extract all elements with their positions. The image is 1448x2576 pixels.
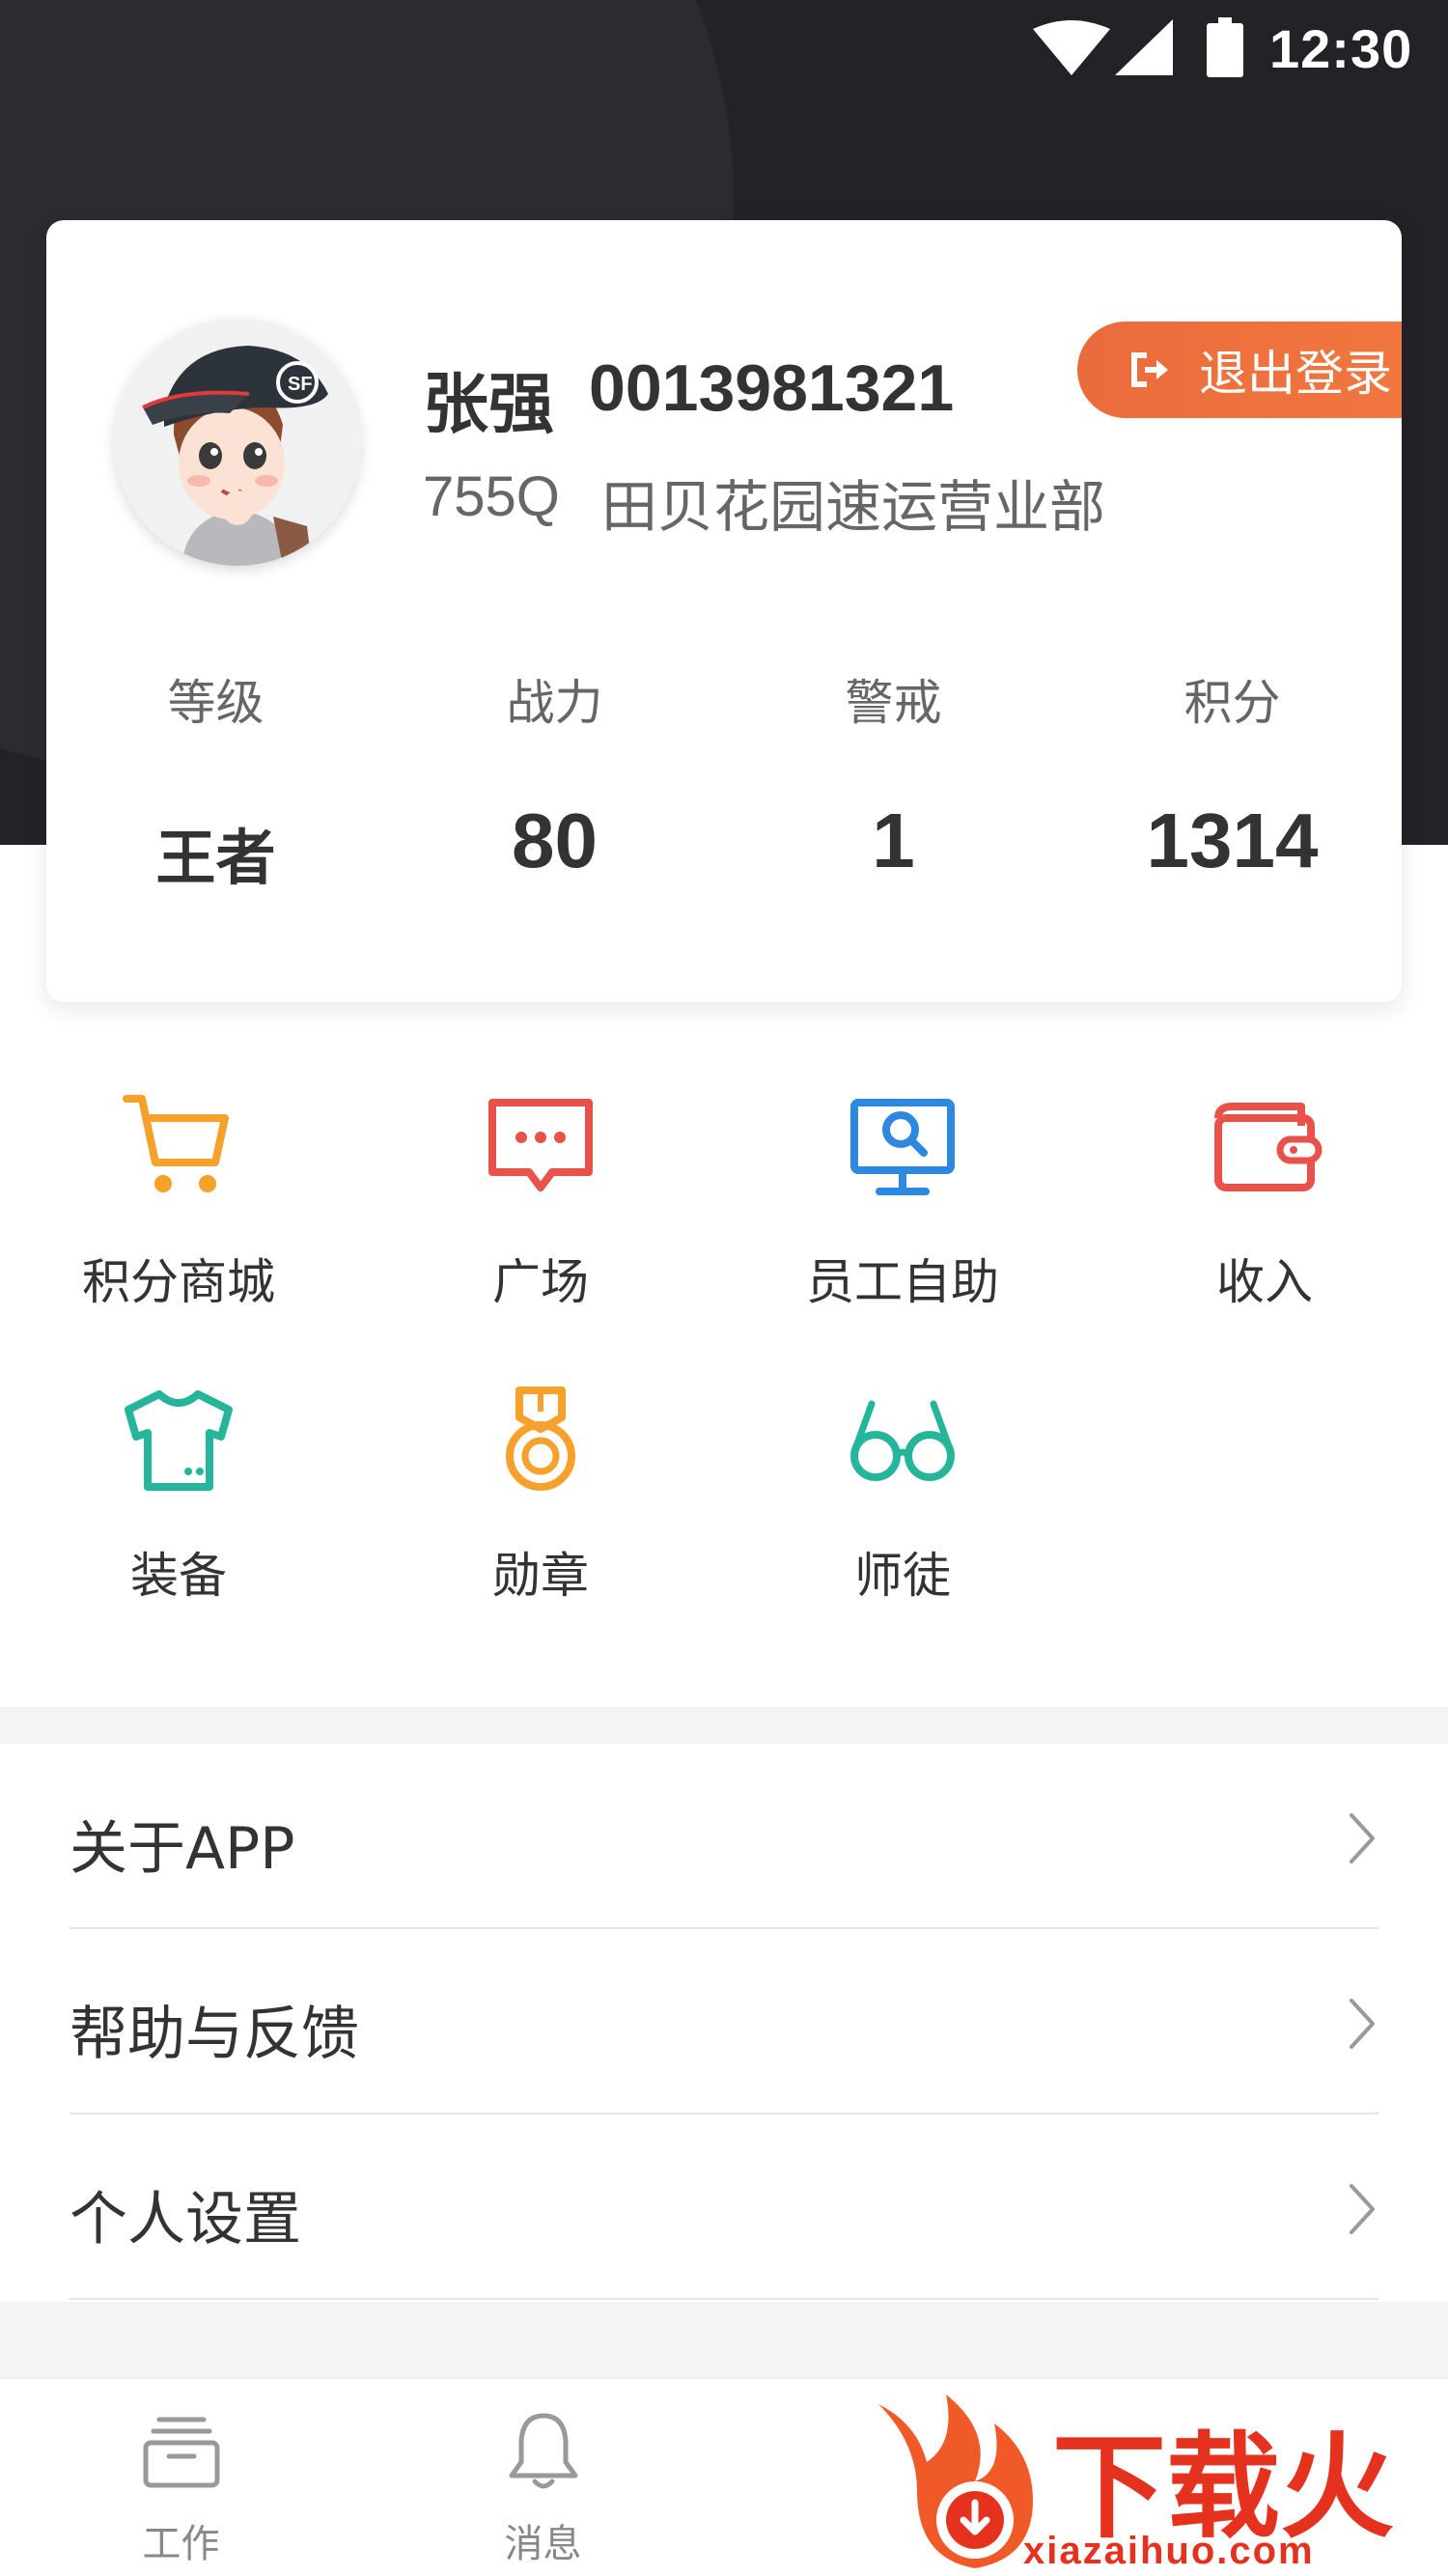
chat-bubble-icon — [488, 1099, 593, 1191]
tshirt-icon — [125, 1390, 233, 1491]
user-name: 张强 — [423, 367, 555, 443]
watermark-logo: 下载火 xiazaihuo.com — [859, 2385, 1448, 2576]
grid-item-income[interactable]: 收入 — [1110, 1089, 1419, 1313]
menu-item-label: 帮助与反馈 — [70, 2001, 359, 2068]
section-divider — [0, 2302, 1448, 2377]
stat-label: 积分 — [1183, 675, 1281, 731]
glasses-icon — [850, 1400, 955, 1481]
nav-tab-messages[interactable]: 消息 — [362, 2379, 724, 2576]
grid-label: 积分商城 — [82, 1254, 275, 1310]
stat-warning: 警戒 1 — [724, 664, 1063, 885]
logout-button[interactable]: 退出登录 — [1077, 322, 1402, 418]
watermark-url: xiazaihuo.com — [1023, 2530, 1315, 2572]
logout-label: 退出登录 — [1199, 346, 1392, 402]
signal-icon — [1115, 19, 1173, 75]
grid-label: 师徒 — [854, 1548, 951, 1604]
stat-value: 1314 — [1146, 798, 1319, 883]
stat-value: 80 — [512, 798, 598, 883]
inbox-icon — [143, 2417, 219, 2488]
menu-item-label: 关于APP — [70, 1815, 295, 1883]
section-divider — [0, 1707, 1448, 1744]
dept-code: 755Q — [423, 465, 560, 528]
stat-label: 等级 — [167, 675, 265, 731]
grid-label: 收入 — [1216, 1254, 1313, 1310]
nav-label: 消息 — [504, 2522, 582, 2566]
stat-power: 战力 80 — [385, 664, 724, 885]
logout-icon — [1131, 352, 1168, 387]
grid-item-medal[interactable]: 勋章 — [386, 1383, 695, 1607]
grid-label: 广场 — [492, 1254, 589, 1310]
wifi-icon — [1033, 20, 1110, 75]
stat-value: 王者 — [155, 823, 276, 893]
menu-item-settings[interactable]: 个人设置 — [70, 2114, 1378, 2300]
employee-id: 0013981321 — [589, 351, 955, 425]
avatar-cartoon-icon: SF — [114, 319, 361, 566]
menu-item-help[interactable]: 帮助与反馈 — [70, 1929, 1378, 2114]
menu-item-about[interactable]: 关于APP — [70, 1744, 1378, 1929]
status-bar: 12:30 — [0, 0, 1448, 106]
profile-card: SF 张强 0013981321 755Q 田贝花园速运营业部 退出登录 等级 … — [46, 220, 1402, 1002]
grid-item-mentor[interactable]: 师徒 — [748, 1383, 1057, 1607]
chevron-right-icon — [1350, 2184, 1375, 2234]
nav-tab-work[interactable]: 工作 — [0, 2379, 362, 2576]
medal-icon — [506, 1386, 575, 1491]
grid-item-self-service[interactable]: 员工自助 — [748, 1089, 1057, 1313]
cart-icon — [123, 1095, 229, 1192]
grid-item-square[interactable]: 广场 — [386, 1089, 695, 1313]
menu-item-label: 个人设置 — [70, 2186, 301, 2254]
grid-label: 员工自助 — [806, 1254, 999, 1310]
grid-item-equipment[interactable]: 装备 — [24, 1383, 333, 1607]
stats-row: 等级 王者 战力 80 警戒 1 积分 1314 — [46, 664, 1402, 915]
dept-name: 田贝花园速运营业部 — [601, 474, 1106, 540]
avatar[interactable]: SF — [114, 319, 361, 566]
grid-label: 勋章 — [492, 1548, 589, 1604]
stat-level: 等级 王者 — [46, 664, 385, 896]
stat-label: 战力 — [506, 675, 603, 731]
chevron-right-icon — [1350, 1813, 1375, 1863]
wallet-icon — [1214, 1103, 1323, 1191]
nav-label: 工作 — [142, 2522, 220, 2566]
status-time: 12:30 — [1269, 18, 1413, 79]
bell-icon — [509, 2413, 577, 2489]
monitor-search-icon — [850, 1099, 955, 1195]
stat-label: 警戒 — [845, 675, 942, 731]
grid-item-points-mall[interactable]: 积分商城 — [24, 1089, 333, 1313]
stat-value: 1 — [872, 798, 915, 883]
grid-label: 装备 — [130, 1548, 227, 1604]
svg-text:SF: SF — [288, 374, 313, 395]
stat-points: 积分 1314 — [1063, 664, 1402, 885]
chevron-right-icon — [1350, 1999, 1375, 2049]
battery-icon — [1207, 17, 1243, 77]
